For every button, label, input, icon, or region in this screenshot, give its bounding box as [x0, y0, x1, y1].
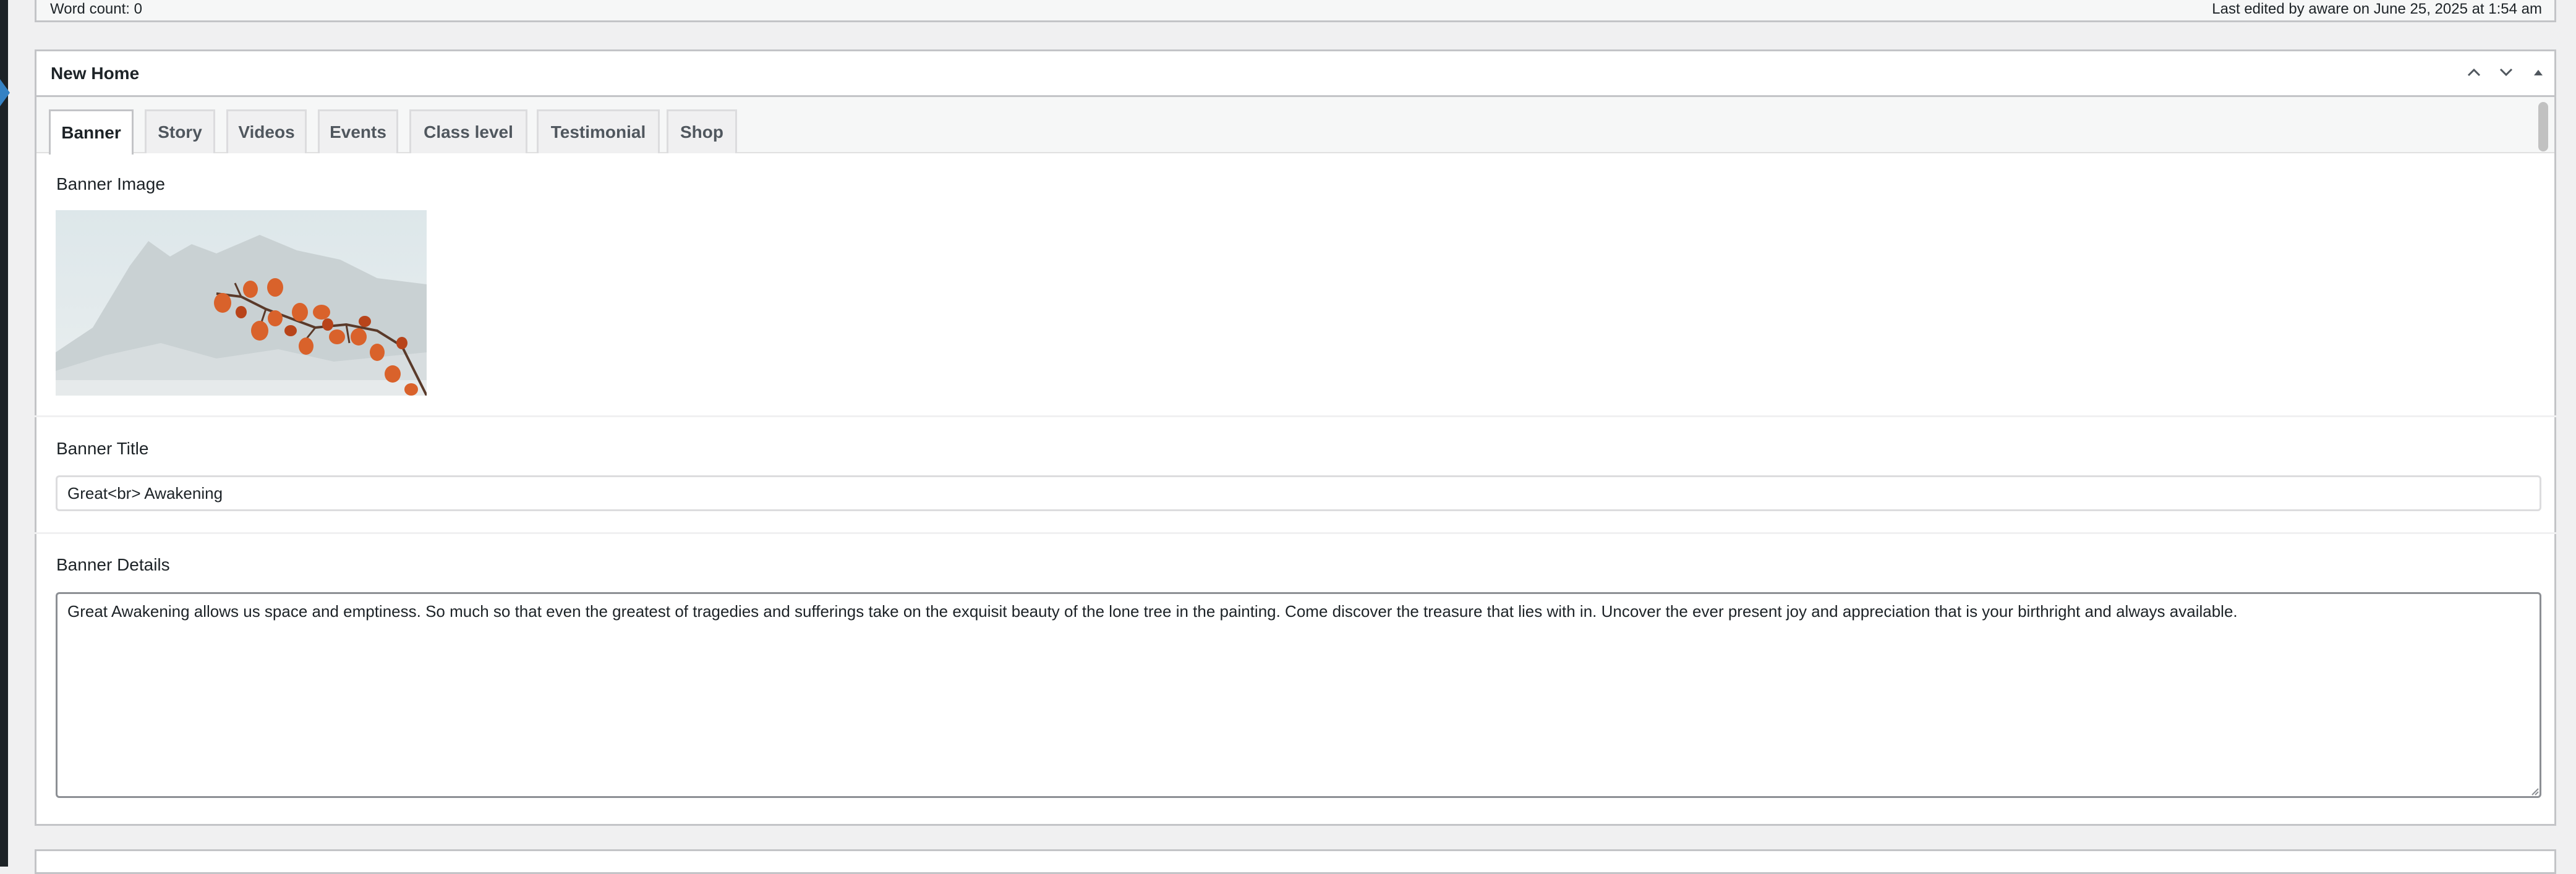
field-divider: [35, 415, 2556, 417]
tab-label: Story: [158, 122, 202, 142]
post-status-info: Word count: 0 Last edited by aware on Ju…: [35, 0, 2556, 22]
word-count: Word count: 0: [50, 0, 142, 17]
banner-image-graphic: [56, 210, 428, 396]
tab-label: Class level: [424, 122, 513, 142]
tab-testimonial[interactable]: Testimonial: [537, 109, 660, 153]
banner-image-label: Banner Image: [56, 174, 165, 193]
tab-label: Events: [330, 122, 386, 142]
tab-label: Videos: [238, 122, 295, 142]
chevron-down-icon: [2499, 67, 2514, 80]
field-divider: [35, 532, 2556, 534]
admin-sidebar-edge: [0, 0, 8, 867]
chevron-up-icon: [2467, 67, 2481, 80]
metabox-title: New Home: [51, 63, 140, 83]
tab-label: Testimonial: [550, 122, 646, 142]
tab-videos[interactable]: Videos: [226, 109, 307, 153]
tab-banner[interactable]: Banner: [49, 109, 134, 155]
move-down-button[interactable]: [2490, 51, 2522, 96]
resize-grip-icon[interactable]: [2530, 787, 2539, 796]
tab-story[interactable]: Story: [145, 109, 215, 153]
scrollbar-thumb[interactable]: [2538, 102, 2548, 151]
banner-image[interactable]: [56, 210, 428, 396]
tab-bar: Banner Story Videos Events Class level T…: [36, 97, 2554, 155]
tab-label: Shop: [680, 122, 723, 142]
tab-events[interactable]: Events: [318, 109, 398, 153]
tab-class-level[interactable]: Class level: [409, 109, 527, 153]
move-up-button[interactable]: [2458, 51, 2490, 96]
metabox-header: New Home: [36, 51, 2554, 97]
tab-shop[interactable]: Shop: [667, 109, 737, 153]
toggle-panel-button[interactable]: [2522, 51, 2554, 96]
banner-title-input[interactable]: [56, 475, 2541, 511]
current-menu-arrow-icon: [0, 79, 10, 106]
next-metabox: [35, 849, 2556, 874]
banner-details-label: Banner Details: [56, 555, 170, 574]
banner-title-label: Banner Title: [56, 439, 149, 458]
handle-actions: [2458, 51, 2554, 96]
triangle-up-icon: [2533, 68, 2544, 79]
last-edited: Last edited by aware on June 25, 2025 at…: [2212, 0, 2542, 17]
banner-details-textarea[interactable]: Great Awakening allows us space and empt…: [56, 592, 2541, 798]
tab-label: Banner: [61, 123, 121, 142]
